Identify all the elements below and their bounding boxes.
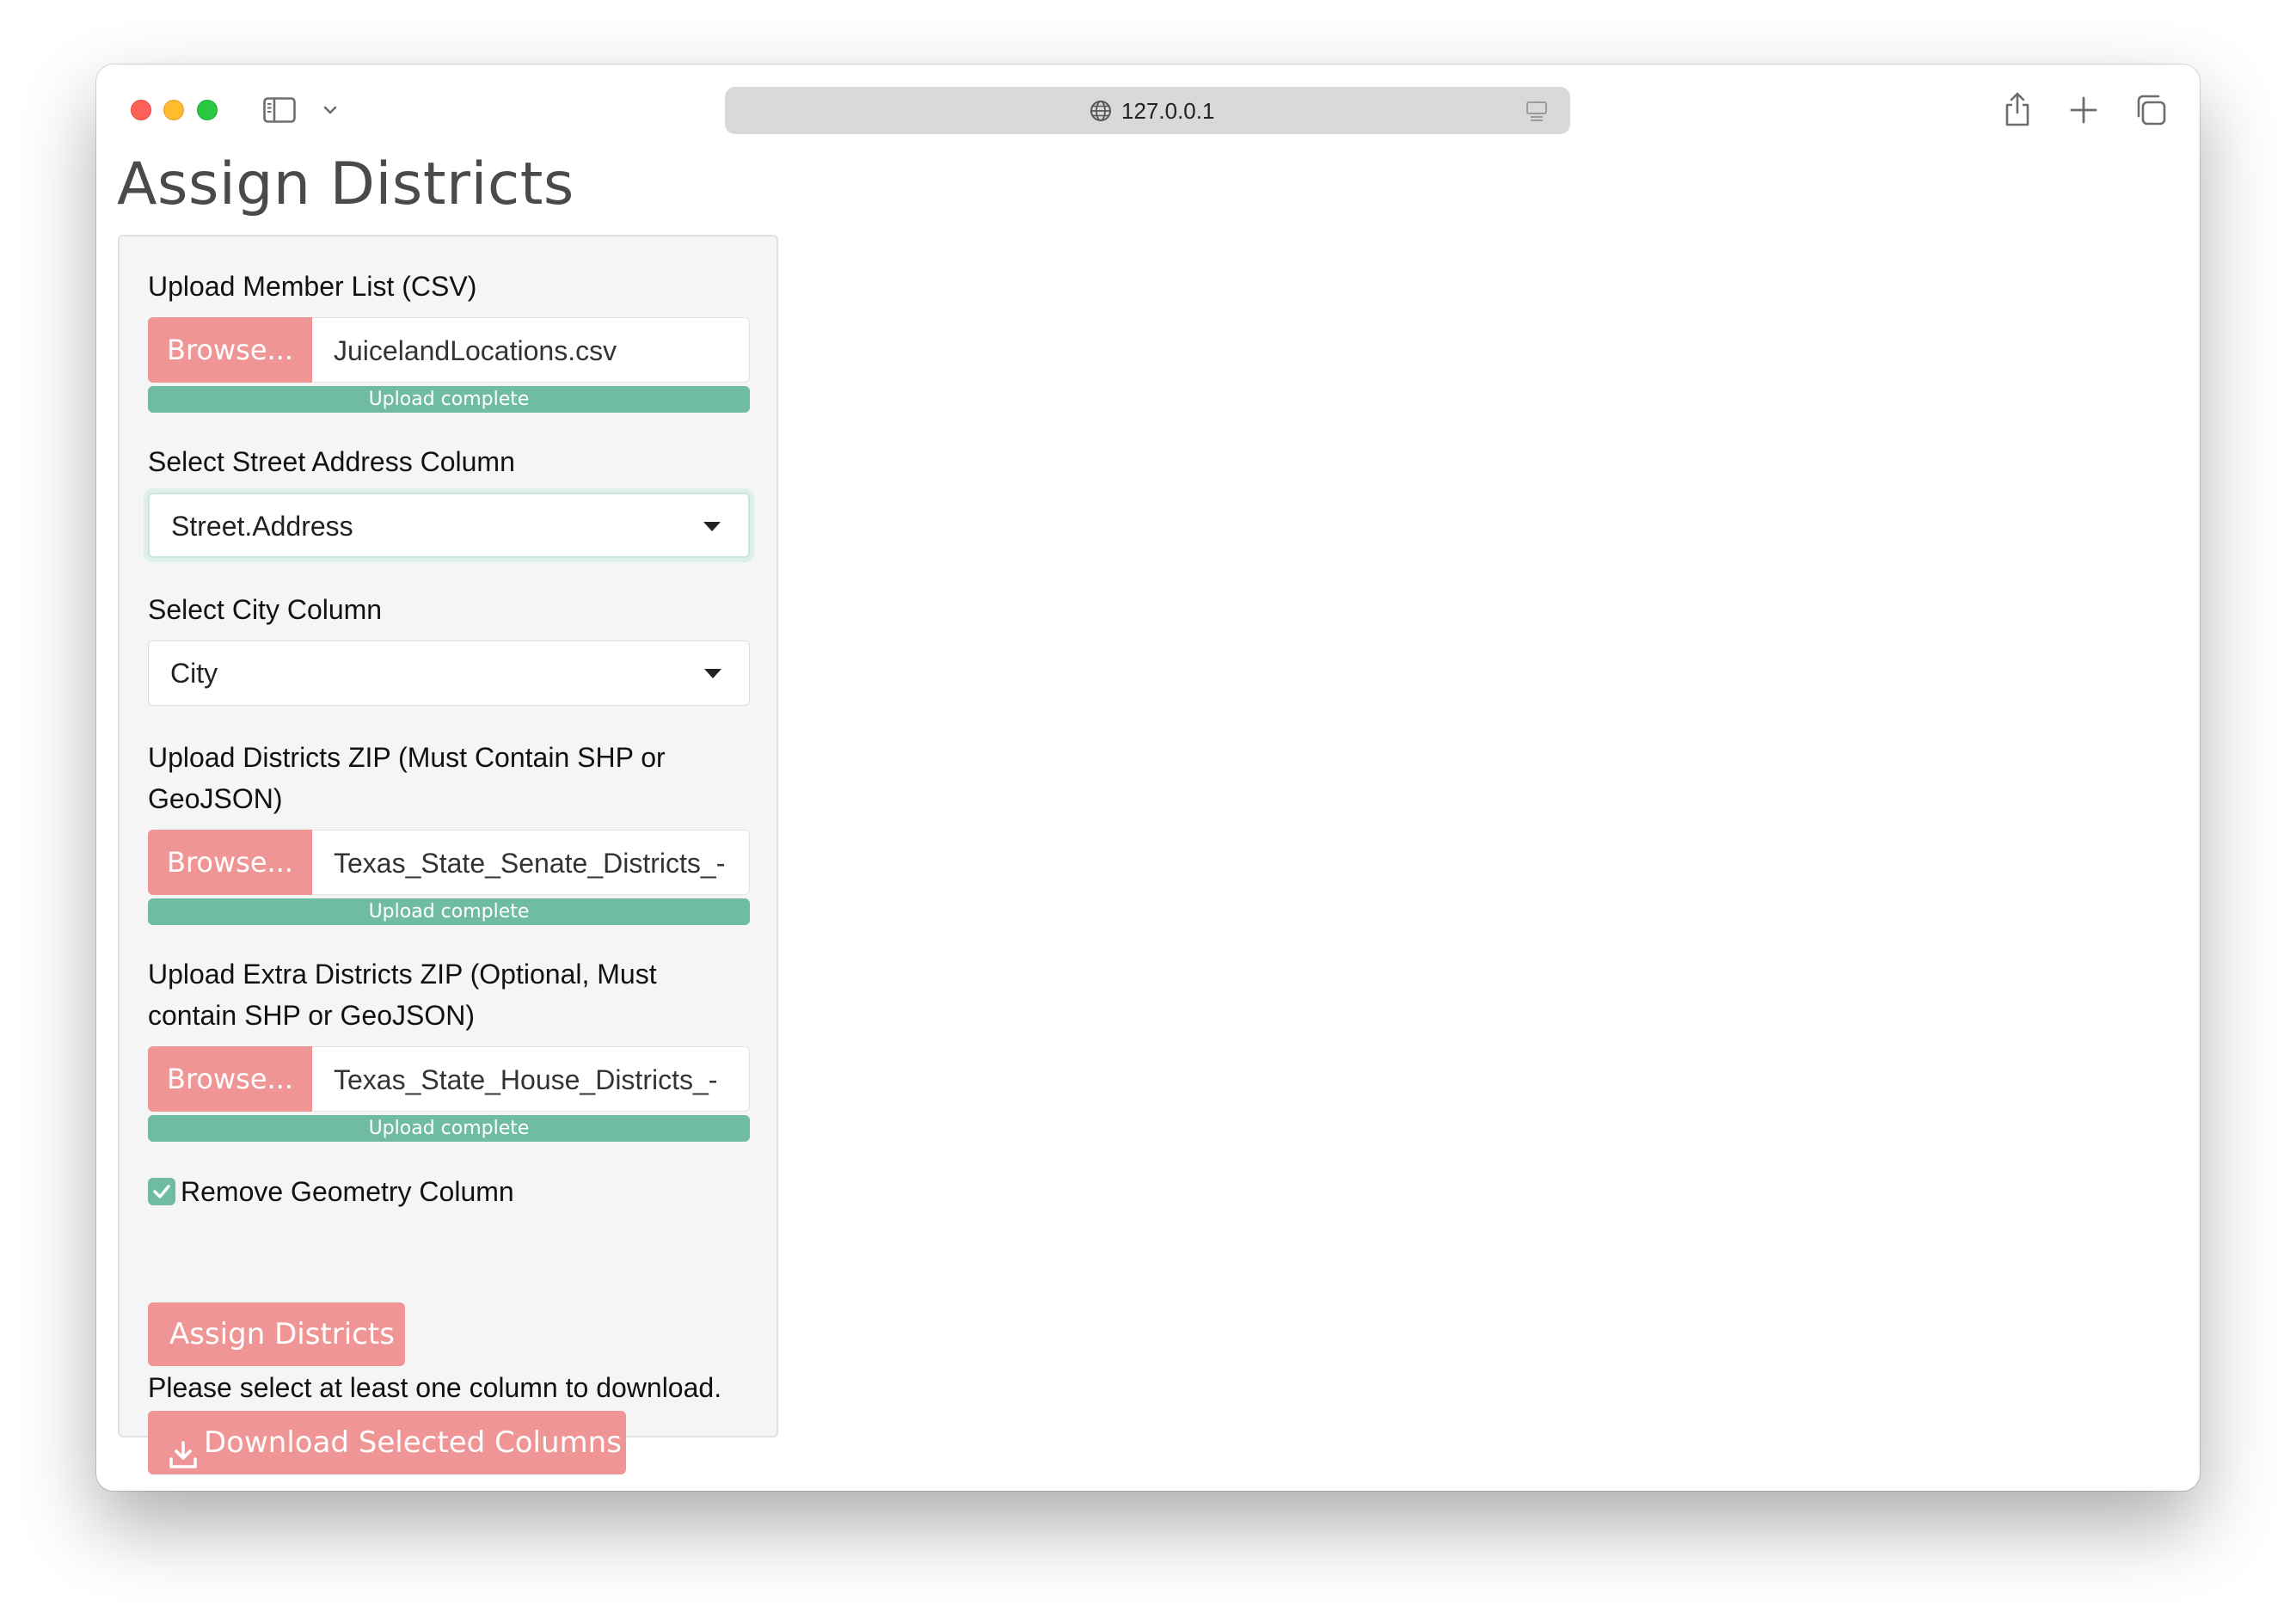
page-title: Assign Districts [117, 150, 574, 218]
tabs-icon[interactable] [2134, 94, 2167, 126]
extra-upload-label-line1: Upload Extra Districts ZIP (Optional, Mu… [148, 959, 657, 990]
districts-browse-button[interactable]: Browse... [148, 830, 312, 895]
assign-districts-button[interactable]: Assign Districts [148, 1302, 405, 1366]
extra-file-input: Browse... Texas_State_House_Districts_- [148, 1046, 750, 1112]
districts-upload-progress: Upload complete [148, 898, 750, 925]
street-select-value: Street.Address [171, 511, 353, 542]
extra-browse-button[interactable]: Browse... [148, 1046, 312, 1112]
member-upload-label: Upload Member List (CSV) [148, 271, 477, 302]
download-icon [169, 1428, 198, 1468]
member-browse-button[interactable]: Browse... [148, 317, 312, 383]
minimize-window-button[interactable] [163, 100, 184, 120]
url-text: 127.0.0.1 [1121, 98, 1215, 124]
member-file-name[interactable]: JuicelandLocations.csv [312, 317, 750, 383]
caret-down-icon [703, 522, 721, 531]
address-bar[interactable]: 127.0.0.1 [725, 87, 1570, 134]
browser-window: 127.0.0.1 Assign Districts Upload Member… [96, 64, 2200, 1491]
districts-upload-label: Upload Districts ZIP (Must Contain SHP o… [148, 737, 666, 819]
street-address-select[interactable]: Street.Address [148, 493, 750, 558]
districts-file-name[interactable]: Texas_State_Senate_Districts_- [312, 830, 750, 895]
download-selected-columns-button[interactable]: Download Selected Columns [148, 1411, 626, 1474]
chevron-down-icon[interactable] [322, 102, 339, 118]
extra-upload-label-line2: contain SHP or GeoJSON) [148, 1000, 476, 1031]
checkmark-icon [153, 1185, 170, 1198]
globe-icon [1090, 100, 1112, 122]
districts-file-input: Browse... Texas_State_Senate_Districts_- [148, 830, 750, 895]
zoom-window-button[interactable] [197, 100, 218, 120]
reader-icon[interactable] [1525, 99, 1549, 123]
extra-upload-label: Upload Extra Districts ZIP (Optional, Mu… [148, 953, 657, 1036]
download-hint-text: Please select at least one column to dow… [148, 1372, 722, 1403]
districts-upload-label-line2: GeoJSON) [148, 783, 283, 814]
remove-geometry-label[interactable]: Remove Geometry Column [181, 1171, 514, 1212]
close-window-button[interactable] [131, 100, 151, 120]
share-icon[interactable] [2002, 90, 2033, 128]
caret-down-icon [704, 669, 721, 678]
member-upload-progress: Upload complete [148, 386, 750, 413]
download-button-label: Download Selected Columns [204, 1425, 622, 1460]
plus-icon[interactable] [2069, 95, 2098, 125]
title-bar: 127.0.0.1 [96, 64, 2200, 159]
city-select-label: Select City Column [148, 594, 383, 625]
extra-upload-progress: Upload complete [148, 1115, 750, 1142]
remove-geometry-checkbox[interactable] [148, 1178, 175, 1205]
street-select-label: Select Street Address Column [148, 446, 515, 477]
city-select[interactable]: City [148, 640, 750, 706]
districts-upload-label-line1: Upload Districts ZIP (Must Contain SHP o… [148, 742, 666, 773]
sidebar-icon[interactable] [263, 97, 296, 123]
sidebar-panel: Upload Member List (CSV) Browse... Juice… [118, 235, 778, 1474]
member-file-input: Browse... JuicelandLocations.csv [148, 317, 750, 383]
city-select-value: City [170, 658, 218, 689]
extra-file-name[interactable]: Texas_State_House_Districts_- [312, 1046, 750, 1112]
